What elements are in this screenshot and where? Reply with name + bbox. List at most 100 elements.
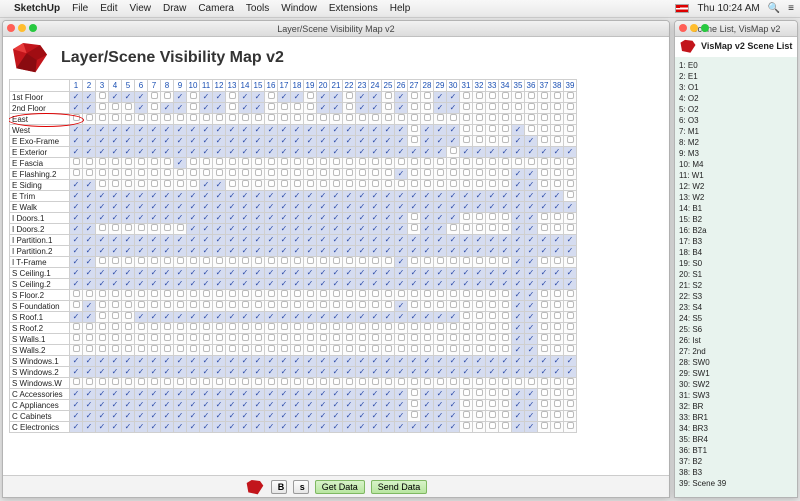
visibility-cell[interactable] xyxy=(239,334,252,345)
visibility-cell[interactable] xyxy=(330,301,343,312)
visibility-cell[interactable]: ✓ xyxy=(135,103,148,114)
visibility-cell[interactable] xyxy=(239,301,252,312)
visibility-cell[interactable] xyxy=(135,180,148,191)
visibility-cell[interactable]: ✓ xyxy=(291,367,304,378)
visibility-cell[interactable]: ✓ xyxy=(434,103,447,114)
visibility-cell[interactable] xyxy=(499,224,512,235)
visibility-cell[interactable]: ✓ xyxy=(434,136,447,147)
visibility-cell[interactable]: ✓ xyxy=(369,411,382,422)
visibility-cell[interactable]: ✓ xyxy=(213,213,226,224)
visibility-cell[interactable] xyxy=(538,345,551,356)
visibility-cell[interactable]: ✓ xyxy=(70,191,83,202)
visibility-cell[interactable]: ✓ xyxy=(343,202,356,213)
visibility-cell[interactable]: ✓ xyxy=(122,356,135,367)
visibility-cell[interactable] xyxy=(551,345,564,356)
visibility-cell[interactable] xyxy=(122,290,135,301)
visibility-cell[interactable] xyxy=(525,378,538,389)
layer-name[interactable]: I Doors.1 xyxy=(10,213,70,224)
visibility-cell[interactable]: ✓ xyxy=(343,411,356,422)
scene-item[interactable]: 29: SW1 xyxy=(679,368,793,379)
visibility-cell[interactable] xyxy=(395,323,408,334)
visibility-cell[interactable] xyxy=(291,345,304,356)
visibility-cell[interactable] xyxy=(122,378,135,389)
visibility-cell[interactable] xyxy=(200,114,213,125)
layer-name[interactable]: S Windows.2 xyxy=(10,367,70,378)
visibility-cell[interactable] xyxy=(382,169,395,180)
visibility-cell[interactable]: ✓ xyxy=(161,103,174,114)
visibility-cell[interactable]: ✓ xyxy=(187,400,200,411)
visibility-cell[interactable] xyxy=(174,334,187,345)
scene-item[interactable]: 5: O2 xyxy=(679,104,793,115)
visibility-cell[interactable] xyxy=(356,323,369,334)
visibility-cell[interactable] xyxy=(447,158,460,169)
visibility-cell[interactable]: ✓ xyxy=(421,367,434,378)
visibility-cell[interactable]: ✓ xyxy=(109,356,122,367)
visibility-cell[interactable] xyxy=(473,400,486,411)
visibility-cell[interactable] xyxy=(486,103,499,114)
visibility-cell[interactable]: ✓ xyxy=(109,400,122,411)
visibility-cell[interactable]: ✓ xyxy=(252,213,265,224)
visibility-cell[interactable] xyxy=(161,158,174,169)
visibility-cell[interactable] xyxy=(408,213,421,224)
visibility-cell[interactable] xyxy=(187,114,200,125)
visibility-cell[interactable] xyxy=(486,422,499,433)
visibility-cell[interactable] xyxy=(135,290,148,301)
visibility-cell[interactable]: ✓ xyxy=(356,213,369,224)
visibility-cell[interactable]: ✓ xyxy=(265,125,278,136)
visibility-cell[interactable]: ✓ xyxy=(83,147,96,158)
visibility-cell[interactable]: ✓ xyxy=(161,279,174,290)
col-header[interactable]: 21 xyxy=(330,80,343,92)
visibility-cell[interactable] xyxy=(96,301,109,312)
visibility-cell[interactable]: ✓ xyxy=(382,356,395,367)
visibility-cell[interactable] xyxy=(460,312,473,323)
visibility-cell[interactable] xyxy=(148,103,161,114)
visibility-cell[interactable]: ✓ xyxy=(525,202,538,213)
visibility-cell[interactable] xyxy=(265,301,278,312)
visibility-cell[interactable] xyxy=(564,158,577,169)
visibility-cell[interactable] xyxy=(70,378,83,389)
scene-item[interactable]: 6: O3 xyxy=(679,115,793,126)
visibility-cell[interactable]: ✓ xyxy=(174,422,187,433)
visibility-cell[interactable] xyxy=(538,422,551,433)
visibility-cell[interactable]: ✓ xyxy=(226,246,239,257)
col-header[interactable]: 9 xyxy=(174,80,187,92)
visibility-cell[interactable] xyxy=(239,180,252,191)
visibility-cell[interactable] xyxy=(291,301,304,312)
visibility-cell[interactable]: ✓ xyxy=(291,312,304,323)
visibility-cell[interactable]: ✓ xyxy=(330,246,343,257)
col-header[interactable]: 35 xyxy=(512,80,525,92)
visibility-cell[interactable]: ✓ xyxy=(278,147,291,158)
visibility-cell[interactable]: ✓ xyxy=(525,169,538,180)
visibility-cell[interactable]: ✓ xyxy=(395,103,408,114)
visibility-cell[interactable] xyxy=(148,290,161,301)
scene-item[interactable]: 33: BR1 xyxy=(679,412,793,423)
visibility-cell[interactable]: ✓ xyxy=(512,169,525,180)
visibility-cell[interactable]: ✓ xyxy=(252,224,265,235)
visibility-cell[interactable]: ✓ xyxy=(512,312,525,323)
visibility-cell[interactable]: ✓ xyxy=(395,367,408,378)
visibility-cell[interactable] xyxy=(382,158,395,169)
visibility-cell[interactable]: ✓ xyxy=(434,246,447,257)
visibility-cell[interactable] xyxy=(486,125,499,136)
visibility-cell[interactable] xyxy=(486,114,499,125)
visibility-cell[interactable] xyxy=(109,257,122,268)
visibility-cell[interactable]: ✓ xyxy=(200,389,213,400)
visibility-cell[interactable] xyxy=(148,224,161,235)
visibility-cell[interactable] xyxy=(239,158,252,169)
visibility-cell[interactable] xyxy=(447,378,460,389)
visibility-cell[interactable] xyxy=(434,323,447,334)
visibility-cell[interactable] xyxy=(421,169,434,180)
visibility-cell[interactable]: ✓ xyxy=(460,268,473,279)
visibility-cell[interactable]: ✓ xyxy=(278,268,291,279)
visibility-cell[interactable] xyxy=(486,312,499,323)
visibility-cell[interactable]: ✓ xyxy=(525,180,538,191)
visibility-cell[interactable]: ✓ xyxy=(278,312,291,323)
visibility-cell[interactable]: ✓ xyxy=(304,246,317,257)
visibility-cell[interactable] xyxy=(96,378,109,389)
scene-item[interactable]: 31: SW3 xyxy=(679,390,793,401)
visibility-cell[interactable] xyxy=(551,378,564,389)
visibility-cell[interactable] xyxy=(174,345,187,356)
visibility-cell[interactable]: ✓ xyxy=(135,312,148,323)
visibility-cell[interactable] xyxy=(564,180,577,191)
visibility-cell[interactable]: ✓ xyxy=(83,389,96,400)
